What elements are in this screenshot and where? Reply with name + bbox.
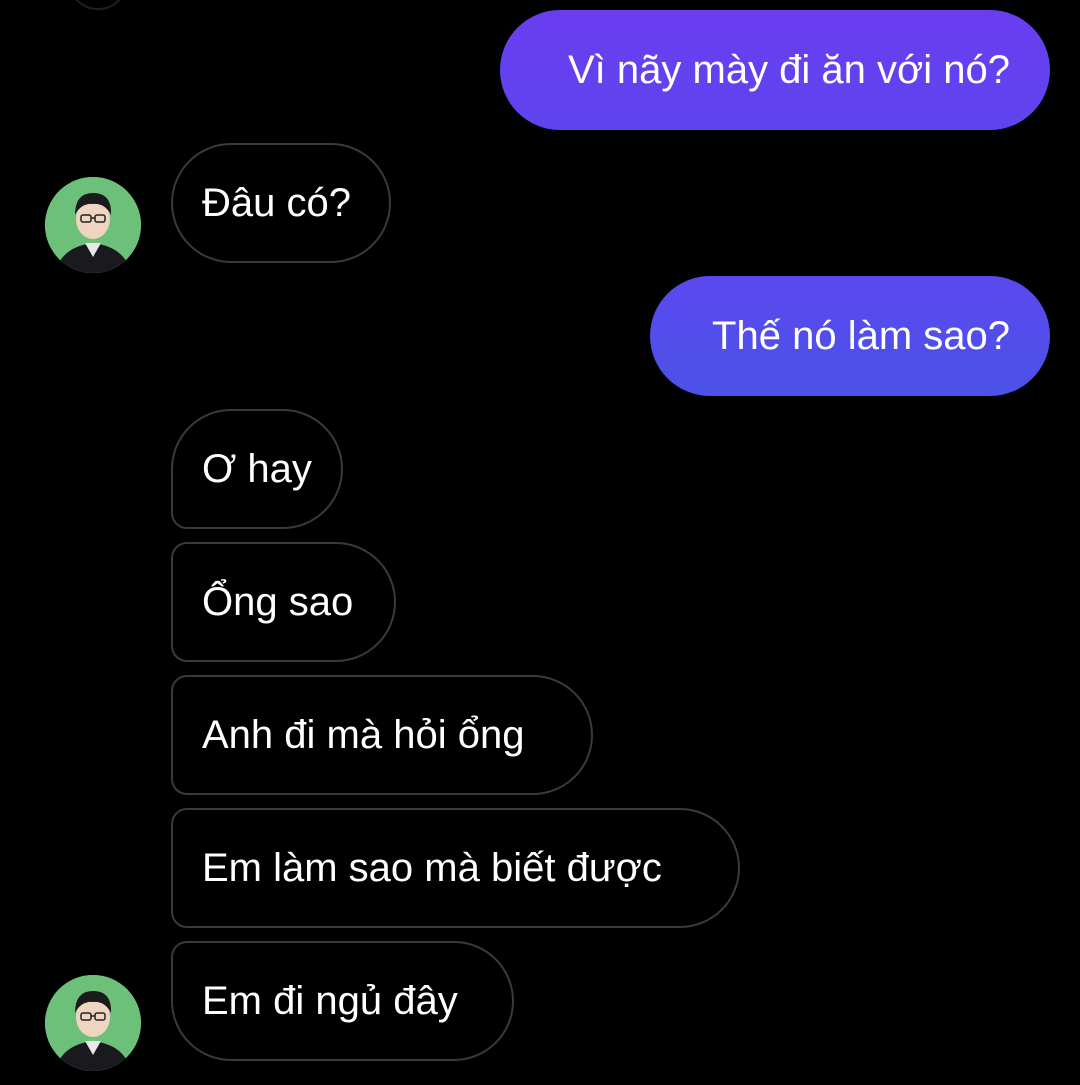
message-text: Em làm sao mà biết được bbox=[202, 846, 662, 890]
contact-avatar[interactable] bbox=[45, 177, 141, 273]
message-text: Vì nãy mày đi ăn với nó? bbox=[567, 48, 1010, 92]
contact-avatar-image bbox=[45, 975, 141, 1071]
contact-avatar-partial bbox=[70, 0, 126, 10]
message-text: Ổng sao bbox=[202, 580, 354, 624]
message-text: Ơ hay bbox=[202, 447, 312, 491]
outgoing-message-bubble[interactable]: Vì nãy mày đi ăn với nó? bbox=[500, 10, 1050, 130]
message-text: Anh đi mà hỏi ổng bbox=[202, 713, 525, 757]
contact-avatar-image bbox=[45, 177, 141, 273]
incoming-message-bubble[interactable]: Ổng sao bbox=[171, 542, 396, 662]
incoming-message-bubble[interactable]: Em đi ngủ đây bbox=[171, 941, 514, 1061]
incoming-message-bubble[interactable]: Anh đi mà hỏi ổng bbox=[171, 675, 593, 795]
message-thread: Vì nãy mày đi ăn với nó? Đâu có? Thế nó … bbox=[0, 0, 1080, 1085]
incoming-message-bubble[interactable]: Em làm sao mà biết được bbox=[171, 808, 740, 928]
contact-avatar[interactable] bbox=[45, 975, 141, 1071]
message-text: Thế nó làm sao? bbox=[712, 314, 1010, 358]
outgoing-message-bubble[interactable]: Thế nó làm sao? bbox=[650, 276, 1050, 396]
incoming-message-bubble[interactable]: Ơ hay bbox=[171, 409, 343, 529]
message-text: Em đi ngủ đây bbox=[202, 979, 458, 1023]
message-text: Đâu có? bbox=[202, 181, 351, 225]
incoming-message-bubble[interactable]: Đâu có? bbox=[171, 143, 391, 263]
